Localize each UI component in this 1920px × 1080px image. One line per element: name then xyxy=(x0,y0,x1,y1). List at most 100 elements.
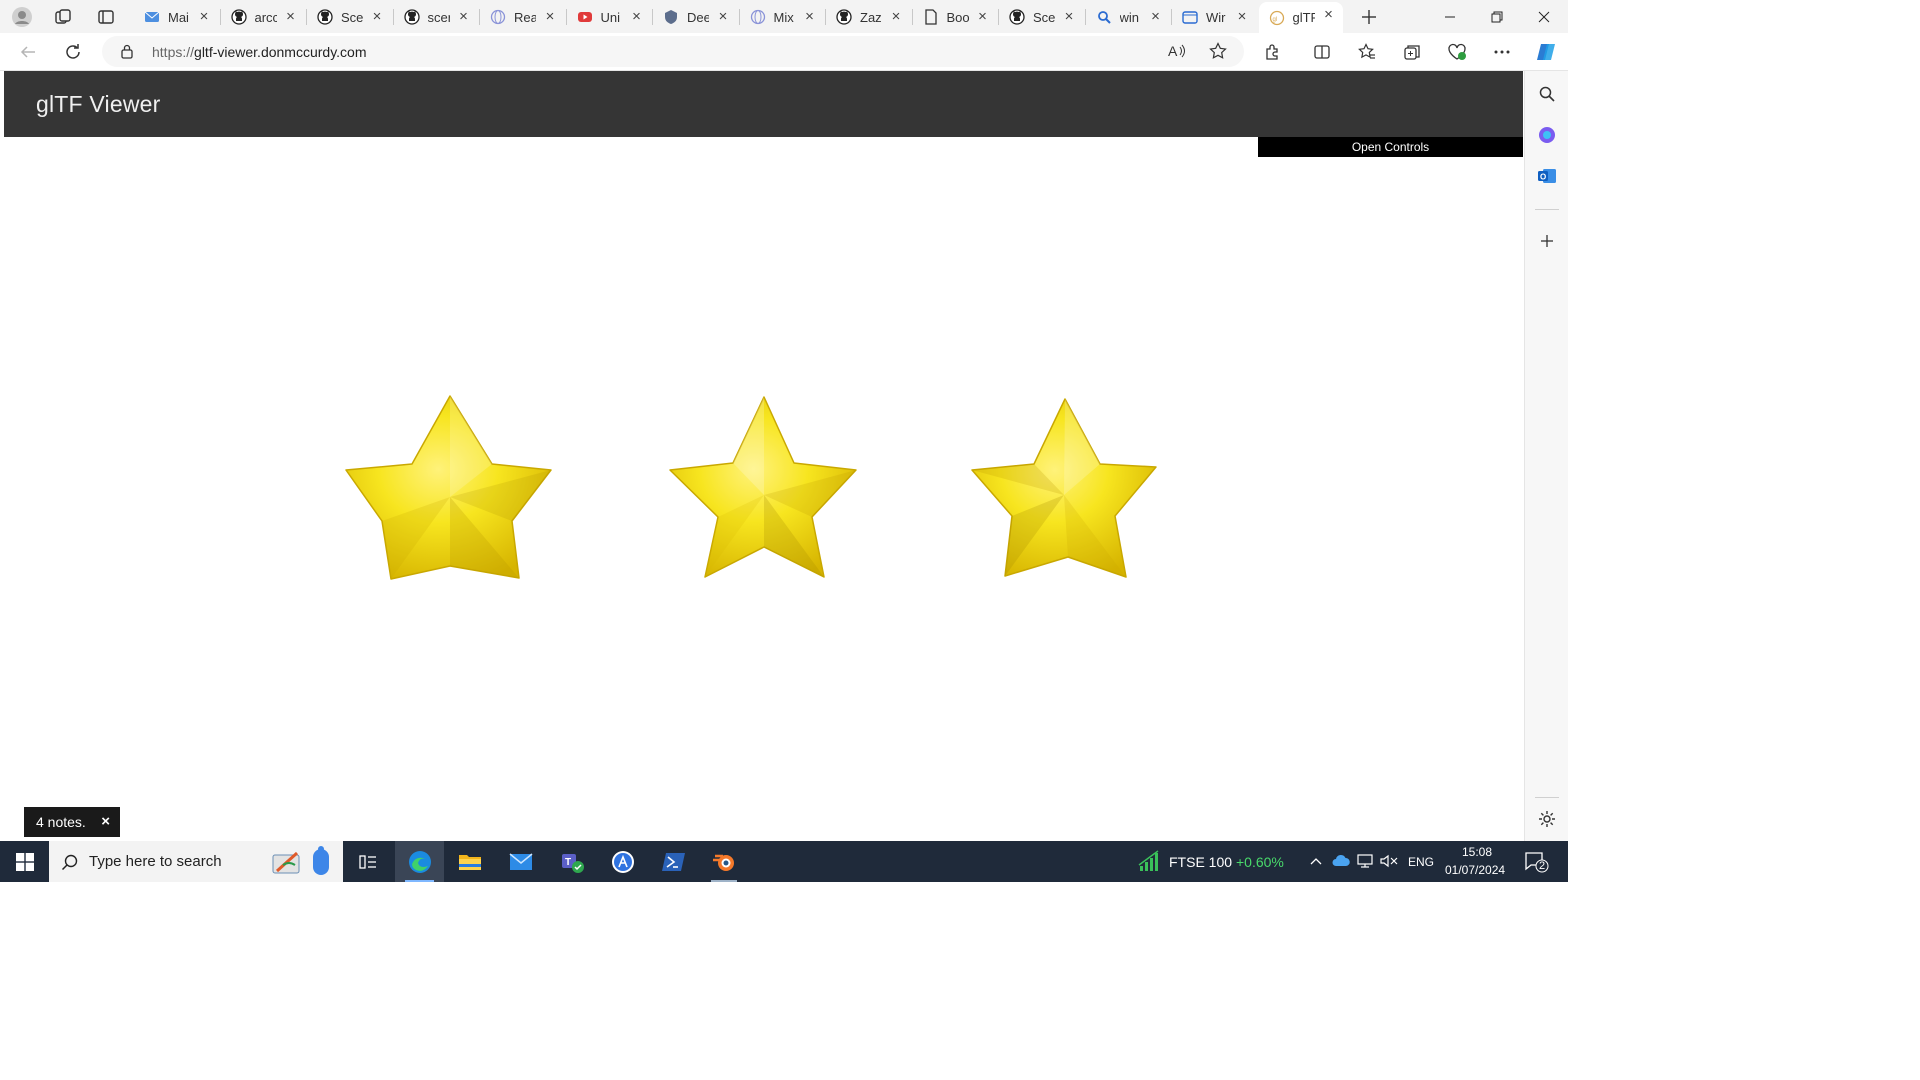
tab-title: Uni xyxy=(600,9,621,25)
notification-center-icon[interactable] xyxy=(1524,851,1550,878)
tab-title: Scei xyxy=(1033,9,1055,25)
globe-icon xyxy=(490,9,506,25)
tab-actions-icon[interactable] xyxy=(93,4,119,30)
svg-text:T: T xyxy=(565,857,571,868)
tab-close-icon[interactable]: × xyxy=(1061,9,1077,25)
edge-taskbar-icon[interactable] xyxy=(395,841,444,882)
read-aloud-icon[interactable]: A xyxy=(1168,43,1186,64)
tab-close-icon[interactable]: × xyxy=(629,9,645,25)
tab-close-icon[interactable]: × xyxy=(456,9,472,25)
favorite-star-icon[interactable] xyxy=(1209,42,1227,65)
browser-tab[interactable]: Mai × xyxy=(134,4,218,30)
sidebar-divider xyxy=(1535,209,1559,210)
copilot-sidebar-icon[interactable] xyxy=(1533,121,1561,149)
more-menu-icon[interactable] xyxy=(1487,37,1517,67)
address-bar[interactable]: https://gltf-viewer.donmccurdy.com A xyxy=(102,36,1244,67)
file-explorer-icon[interactable] xyxy=(446,841,494,882)
favorites-icon[interactable] xyxy=(1352,37,1382,67)
tab-separator xyxy=(479,9,480,25)
mail-icon[interactable] xyxy=(497,841,545,882)
volume-muted-icon[interactable] xyxy=(1380,854,1398,873)
onedrive-icon[interactable] xyxy=(1332,854,1350,873)
tab-separator xyxy=(738,9,740,25)
refresh-button[interactable] xyxy=(58,37,88,67)
browser-tab[interactable]: gl glTF × xyxy=(1258,2,1343,33)
tab-close-icon[interactable]: × xyxy=(1321,7,1337,23)
powershell-icon[interactable] xyxy=(650,841,698,882)
extensions-icon[interactable] xyxy=(1258,37,1288,67)
browser-tab[interactable]: scer × xyxy=(394,4,478,30)
tab-close-icon[interactable]: × xyxy=(283,9,299,25)
star-model xyxy=(971,398,1157,578)
browser-tab[interactable]: Wir × xyxy=(1172,4,1256,30)
tab-title: Scei xyxy=(341,9,363,25)
lock-icon[interactable] xyxy=(120,44,134,64)
browser-essentials-icon[interactable] xyxy=(1442,37,1472,67)
url-host: gltf-viewer.donmccurdy.com xyxy=(194,44,367,60)
notification-count: 2 xyxy=(1539,860,1546,872)
app-store-icon[interactable] xyxy=(599,841,647,882)
add-sidebar-app-icon[interactable] xyxy=(1533,227,1561,255)
tab-close-icon[interactable]: × xyxy=(975,9,991,25)
workspaces-icon[interactable] xyxy=(50,4,76,30)
github-icon xyxy=(317,9,333,25)
star-scene xyxy=(345,395,1157,580)
profile-icon[interactable] xyxy=(9,4,35,30)
tab-close-icon[interactable]: × xyxy=(1234,9,1250,25)
restore-button[interactable] xyxy=(1474,0,1520,33)
3d-viewport[interactable] xyxy=(4,137,1523,838)
start-button[interactable] xyxy=(0,841,49,882)
tab-close-icon[interactable]: × xyxy=(196,9,212,25)
clock-time[interactable]: 15:08 xyxy=(1462,845,1492,859)
browser-tab[interactable]: Boo × xyxy=(913,4,997,30)
document-icon xyxy=(923,9,939,25)
taskbar-search[interactable]: Type here to search xyxy=(49,841,343,882)
split-screen-icon[interactable] xyxy=(1307,37,1337,67)
browser-tab[interactable]: Mix × xyxy=(740,4,824,30)
stock-change[interactable]: +0.60% xyxy=(1236,854,1284,870)
clock-date[interactable]: 01/07/2024 xyxy=(1445,863,1505,877)
copilot-icon[interactable] xyxy=(1531,37,1561,67)
sidebar-search-icon[interactable] xyxy=(1533,80,1561,108)
browser-tab[interactable]: Uni × xyxy=(567,4,651,30)
new-tab-button[interactable] xyxy=(1356,4,1382,30)
stock-chart-icon[interactable] xyxy=(1138,850,1162,877)
tab-close-icon[interactable]: × xyxy=(369,9,385,25)
tab-separator xyxy=(1171,9,1172,25)
tab-close-icon[interactable]: × xyxy=(888,9,904,25)
open-controls-button[interactable]: Open Controls xyxy=(1258,137,1523,157)
teams-icon[interactable]: T xyxy=(548,841,596,882)
browser-tab[interactable]: Rea × xyxy=(480,4,564,30)
mail-icon xyxy=(144,9,160,25)
browser-tab[interactable]: Dee × xyxy=(653,4,737,30)
browser-tab[interactable]: Scei × xyxy=(999,4,1083,30)
search-icon xyxy=(61,853,79,876)
url-text[interactable]: https://gltf-viewer.donmccurdy.com xyxy=(152,44,367,60)
browser-tab[interactable]: arcc × xyxy=(221,4,305,30)
browser-tab[interactable]: Scei × xyxy=(307,4,391,30)
stock-name[interactable]: FTSE 100 xyxy=(1169,854,1232,870)
tab-separator xyxy=(306,9,307,25)
outlook-icon[interactable]: O xyxy=(1533,162,1561,190)
close-window-button[interactable] xyxy=(1521,0,1567,33)
browser-tab[interactable]: win × xyxy=(1086,4,1170,30)
task-view-icon[interactable] xyxy=(346,841,390,882)
back-button[interactable] xyxy=(13,37,43,67)
network-icon[interactable] xyxy=(1356,854,1374,873)
search-highlight-icon xyxy=(263,845,337,884)
notes-close-button[interactable]: × xyxy=(101,807,110,837)
tab-close-icon[interactable]: × xyxy=(802,9,818,25)
tab-title: Zaz xyxy=(860,9,882,25)
tab-close-icon[interactable]: × xyxy=(715,9,731,25)
chevron-up-icon[interactable] xyxy=(1309,854,1323,873)
windows-taskbar: Type here to search T FTSE 100 +0.60% EN… xyxy=(0,841,1568,882)
tab-close-icon[interactable]: × xyxy=(542,9,558,25)
blender-icon[interactable] xyxy=(701,841,747,882)
tab-close-icon[interactable]: × xyxy=(1148,9,1164,25)
tab-title: Mai xyxy=(168,9,189,25)
language-indicator[interactable]: ENG xyxy=(1408,855,1434,869)
minimize-button[interactable] xyxy=(1427,0,1473,33)
browser-tab[interactable]: Zaz × xyxy=(826,4,910,30)
sidebar-settings-icon[interactable] xyxy=(1533,805,1561,833)
collections-icon[interactable] xyxy=(1397,37,1427,67)
